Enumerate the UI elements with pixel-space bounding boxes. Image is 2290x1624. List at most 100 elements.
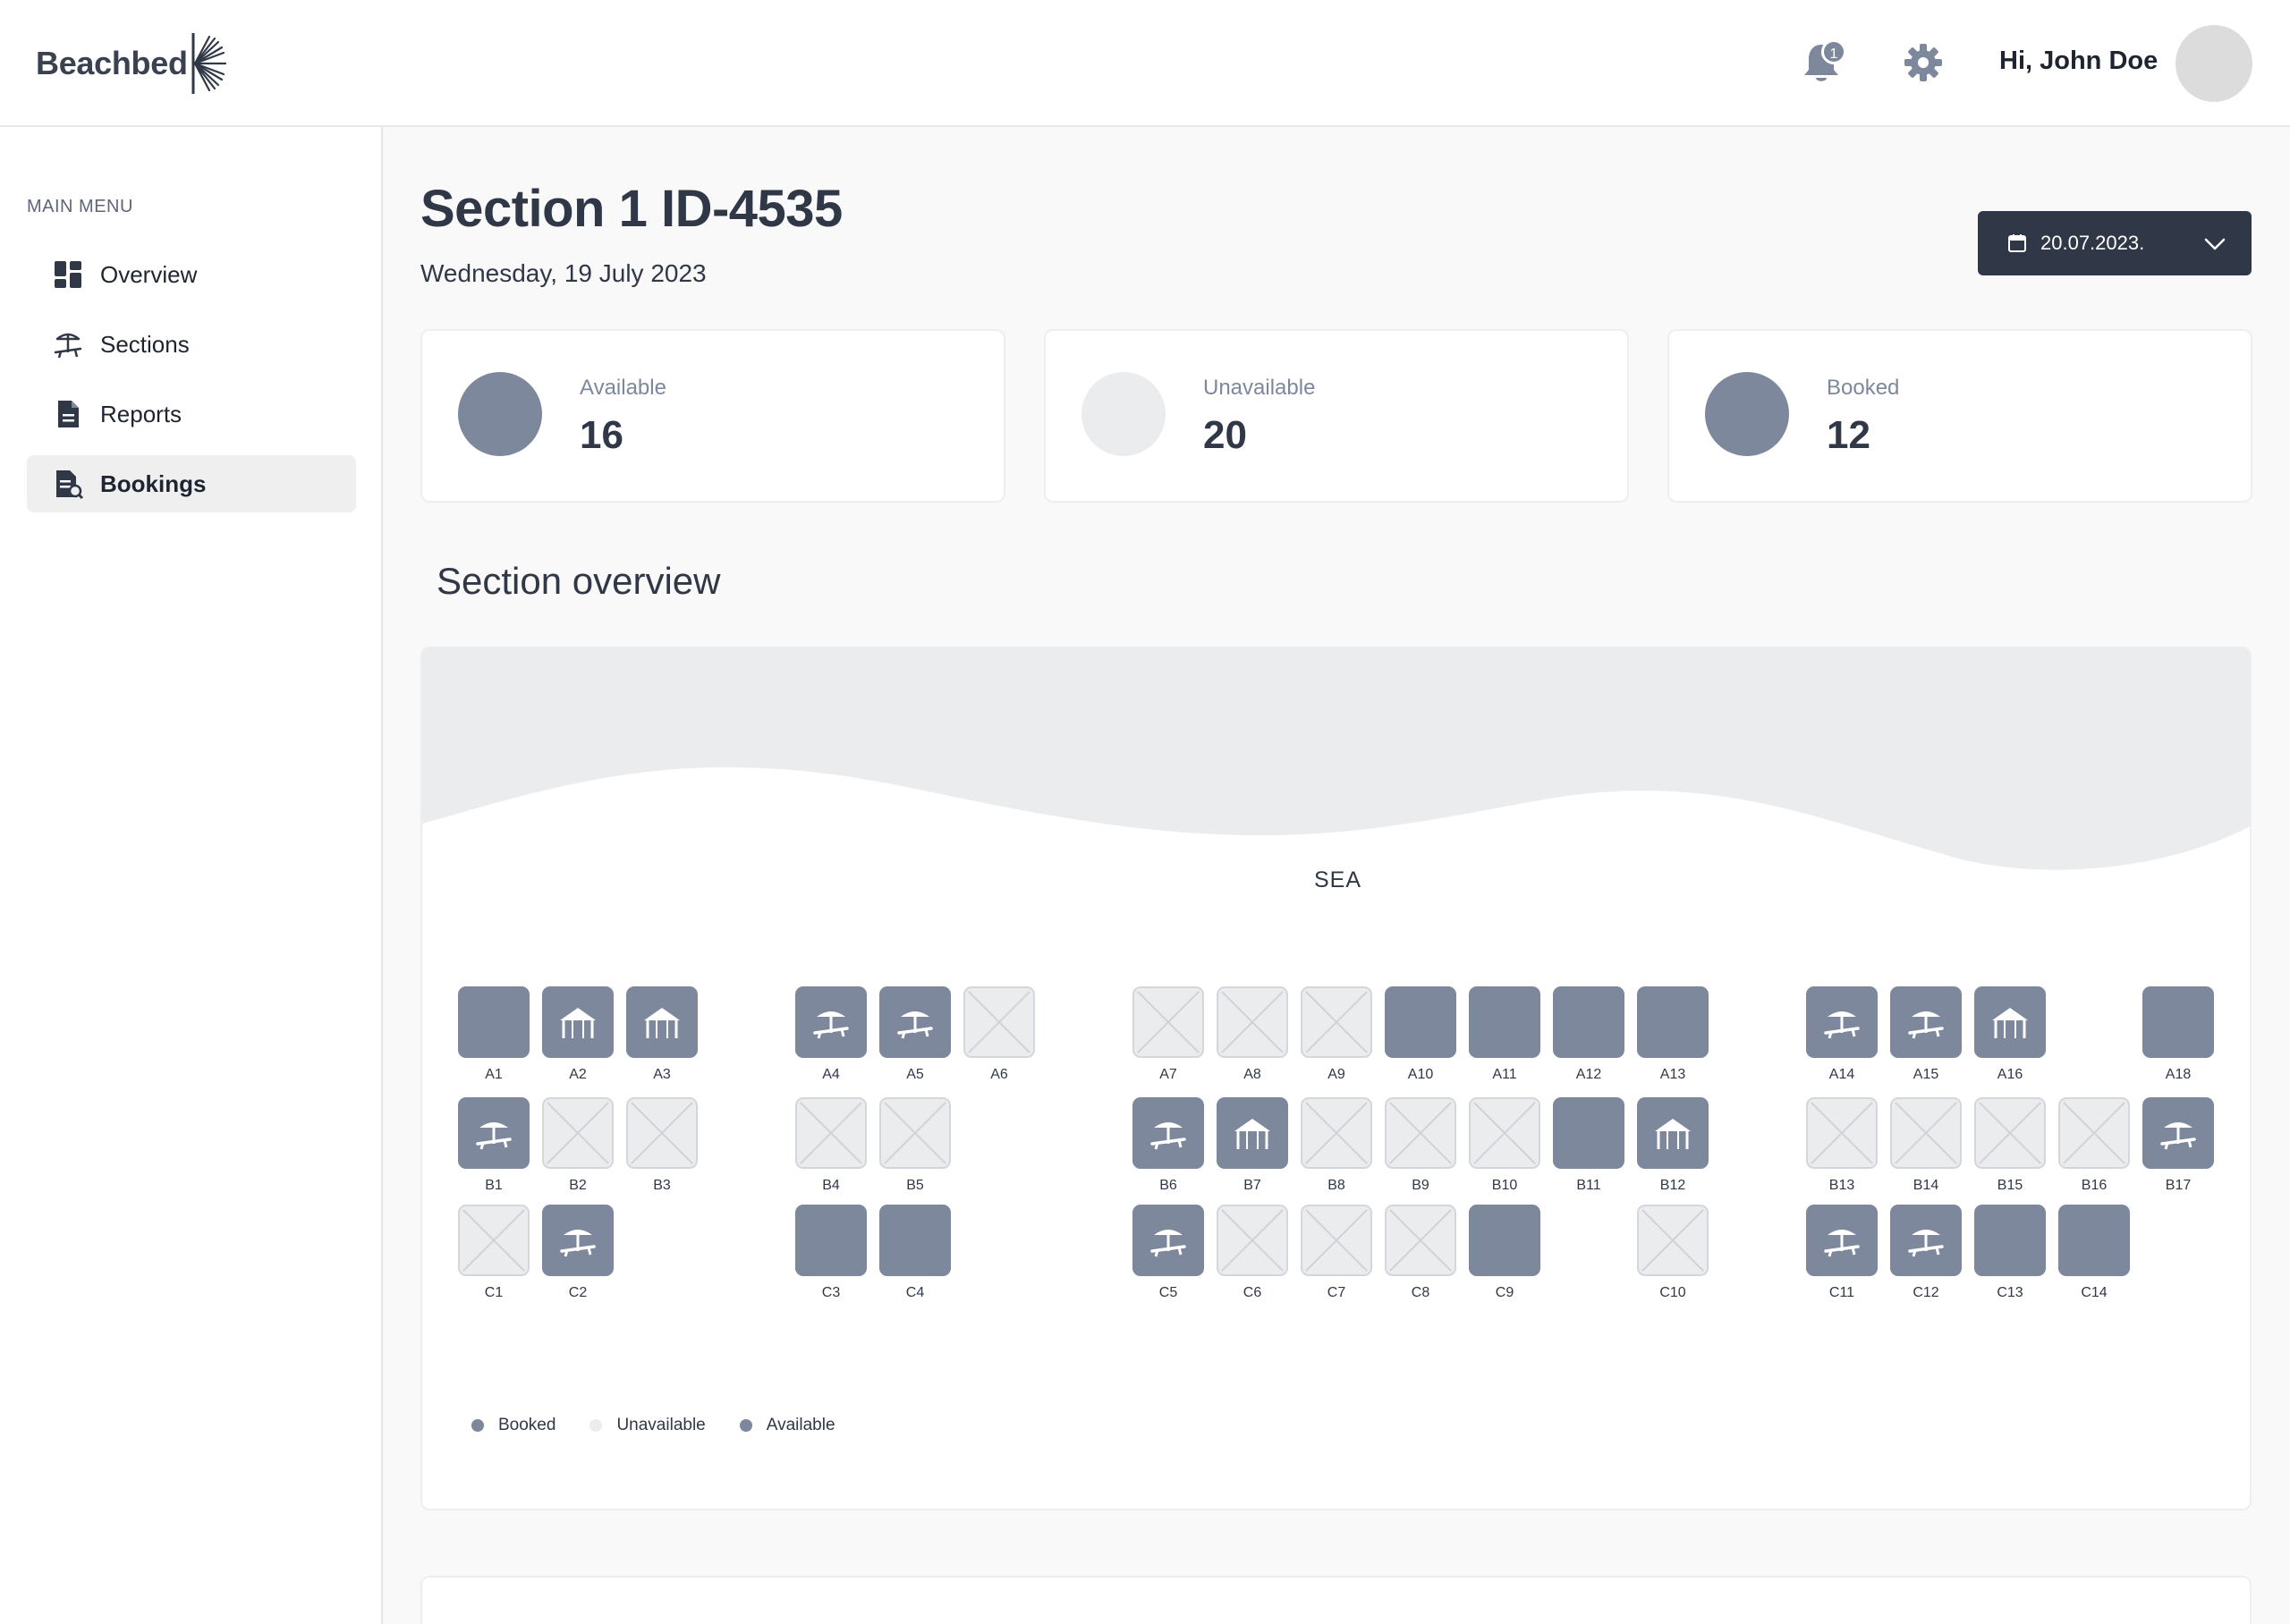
date-picker-button[interactable]: 20.07.2023. [1978, 211, 2252, 275]
unavailable-dot [589, 1419, 603, 1432]
cross-icon [1389, 1102, 1452, 1164]
seat-c10[interactable] [1637, 1205, 1709, 1276]
cross-icon [2063, 1102, 2125, 1164]
seat-b17[interactable] [2142, 1097, 2214, 1169]
seat-label: A4 [822, 1067, 840, 1082]
seat-c1[interactable] [458, 1205, 530, 1276]
seat-label: C11 [1828, 1285, 1855, 1300]
seat-b4[interactable] [795, 1097, 867, 1169]
logo[interactable]: Beachbed [36, 32, 229, 95]
seat-c7[interactable] [1301, 1205, 1372, 1276]
stat-label: Available [580, 376, 666, 400]
seat-b6[interactable] [1132, 1097, 1204, 1169]
seat-b7[interactable] [1217, 1097, 1288, 1169]
seat-label: B17 [2165, 1178, 2192, 1193]
sidebar-item-overview[interactable]: Overview [27, 246, 356, 303]
seat-a6[interactable] [963, 986, 1035, 1058]
seat-b3[interactable] [626, 1097, 698, 1169]
seat-label: B6 [1159, 1178, 1177, 1193]
sunbed-umbrella-icon [1824, 1230, 1860, 1257]
seat-label: C13 [1997, 1285, 2023, 1300]
seat-b1[interactable] [458, 1097, 530, 1169]
seat-b5[interactable] [879, 1097, 951, 1169]
sunbed-umbrella-icon [897, 1011, 933, 1039]
seat-b8[interactable] [1301, 1097, 1372, 1169]
seat-c5[interactable] [1132, 1205, 1204, 1276]
seat-a13[interactable] [1637, 986, 1709, 1058]
seat-label: B14 [1913, 1178, 1939, 1193]
seat-label: A12 [1575, 1067, 1602, 1082]
seat-b13[interactable] [1806, 1097, 1878, 1169]
seat-a9[interactable] [1301, 986, 1372, 1058]
seat-a4[interactable] [795, 986, 867, 1058]
seat-a1[interactable] [458, 986, 530, 1058]
seat-a16[interactable] [1974, 986, 2046, 1058]
seat-label: A15 [1913, 1067, 1939, 1082]
booked-dot [471, 1419, 484, 1432]
seat-label: B15 [1997, 1178, 2023, 1193]
logo-text: Beachbed [36, 45, 188, 81]
seat-a5[interactable] [879, 986, 951, 1058]
seat-b12[interactable] [1637, 1097, 1709, 1169]
seat-c11[interactable] [1806, 1205, 1878, 1276]
section-overview-heading: Section overview [437, 560, 721, 602]
sidebar-item-reports[interactable]: Reports [27, 385, 356, 443]
cross-icon [800, 1102, 862, 1164]
cross-icon [1811, 1102, 1873, 1164]
seat-c8[interactable] [1385, 1205, 1456, 1276]
stat-card-booked: Booked 12 [1667, 329, 2252, 503]
seat-b16[interactable] [2058, 1097, 2130, 1169]
seat-c3[interactable] [795, 1205, 867, 1276]
seat-a11[interactable] [1469, 986, 1540, 1058]
seat-c4[interactable] [879, 1205, 951, 1276]
seat-b9[interactable] [1385, 1097, 1456, 1169]
sunbed-umbrella-icon [560, 1230, 596, 1257]
legend-label: Unavailable [616, 1416, 706, 1434]
sidebar-item-sections[interactable]: Sections [27, 316, 356, 373]
calendar-icon [2008, 234, 2026, 252]
page-date: Wednesday, 19 July 2023 [420, 259, 707, 287]
seat-label: C9 [1495, 1285, 1514, 1300]
seat-a8[interactable] [1217, 986, 1288, 1058]
seat-label: C8 [1411, 1285, 1430, 1300]
seat-label: C4 [905, 1285, 925, 1300]
seat-a7[interactable] [1132, 986, 1204, 1058]
tent-icon [560, 1008, 596, 1038]
cross-icon [631, 1102, 693, 1164]
seat-b10[interactable] [1469, 1097, 1540, 1169]
seat-c6[interactable] [1217, 1205, 1288, 1276]
cross-icon [1305, 1209, 1368, 1272]
seat-a18[interactable] [2142, 986, 2214, 1058]
sunbed-umbrella-icon [476, 1122, 512, 1150]
seat-c9[interactable] [1469, 1205, 1540, 1276]
seat-label: A11 [1492, 1067, 1517, 1082]
stat-label: Booked [1827, 376, 1900, 400]
sunburst-logo-icon [191, 33, 226, 94]
seat-b14[interactable] [1890, 1097, 1962, 1169]
sunbed-umbrella-icon [1908, 1011, 1944, 1039]
seat-b15[interactable] [1974, 1097, 2046, 1169]
sidebar-item-bookings[interactable]: Bookings [27, 455, 356, 512]
seat-label: C1 [484, 1285, 504, 1300]
seat-label: A7 [1159, 1067, 1177, 1082]
seat-a12[interactable] [1553, 986, 1624, 1058]
gear-icon[interactable] [1904, 43, 1943, 82]
section-overview-map: SEA A1 A2 A3 A4 A5 A6 A7 A8 A9 A10 A11 A12 A13 A14 A15… [420, 647, 2252, 1510]
seat-a15[interactable] [1890, 986, 1962, 1058]
sunbed-umbrella-icon [54, 333, 82, 359]
seat-b11[interactable] [1553, 1097, 1624, 1169]
seat-label: B10 [1491, 1178, 1518, 1193]
seat-c14[interactable] [2058, 1205, 2130, 1276]
seat-a14[interactable] [1806, 986, 1878, 1058]
seat-label: C12 [1913, 1285, 1939, 1300]
seat-a10[interactable] [1385, 986, 1456, 1058]
seat-c12[interactable] [1890, 1205, 1962, 1276]
sunbed-umbrella-icon [1824, 1011, 1860, 1039]
seat-a3[interactable] [626, 986, 698, 1058]
avatar[interactable] [2176, 25, 2252, 102]
seat-c13[interactable] [1974, 1205, 2046, 1276]
seat-b2[interactable] [542, 1097, 614, 1169]
seat-a2[interactable] [542, 986, 614, 1058]
seat-c2[interactable] [542, 1205, 614, 1276]
seat-label: B12 [1659, 1178, 1686, 1193]
